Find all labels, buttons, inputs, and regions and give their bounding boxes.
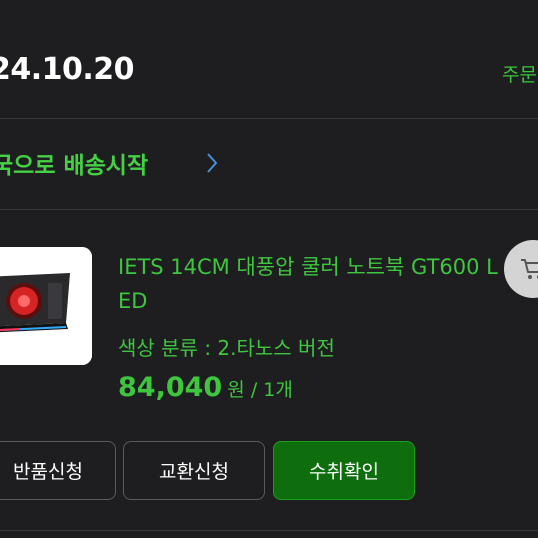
add-to-cart-button[interactable] — [504, 240, 538, 298]
confirm-receipt-button[interactable]: 수취확인 — [273, 441, 415, 500]
product-thumbnail[interactable] — [0, 247, 92, 365]
divider-mid — [0, 209, 538, 210]
divider-bottom — [0, 530, 538, 531]
order-detail-link[interactable]: 주문 — [502, 60, 537, 87]
product-option: 색상 분류 : 2.타노스 버전 — [118, 336, 335, 360]
product-price: 84,040 — [118, 372, 223, 403]
return-request-button[interactable]: 반품신청 — [0, 441, 116, 500]
chevron-right-icon — [207, 153, 218, 173]
shipping-status-text: 국으로 배송시작 — [0, 153, 149, 179]
laptop-cooler-image — [0, 247, 92, 365]
divider-top — [0, 118, 538, 119]
exchange-request-button[interactable]: 교환신청 — [123, 441, 265, 500]
price-line: 84,040 원 / 1개 — [118, 372, 293, 403]
cart-icon — [521, 259, 538, 279]
price-unit-quantity: 원 / 1개 — [227, 379, 293, 401]
product-name[interactable]: IETS 14CM 대풍압 쿨러 노트북 GT600 LED — [118, 250, 498, 318]
order-date: 24.10.20 — [0, 52, 135, 87]
